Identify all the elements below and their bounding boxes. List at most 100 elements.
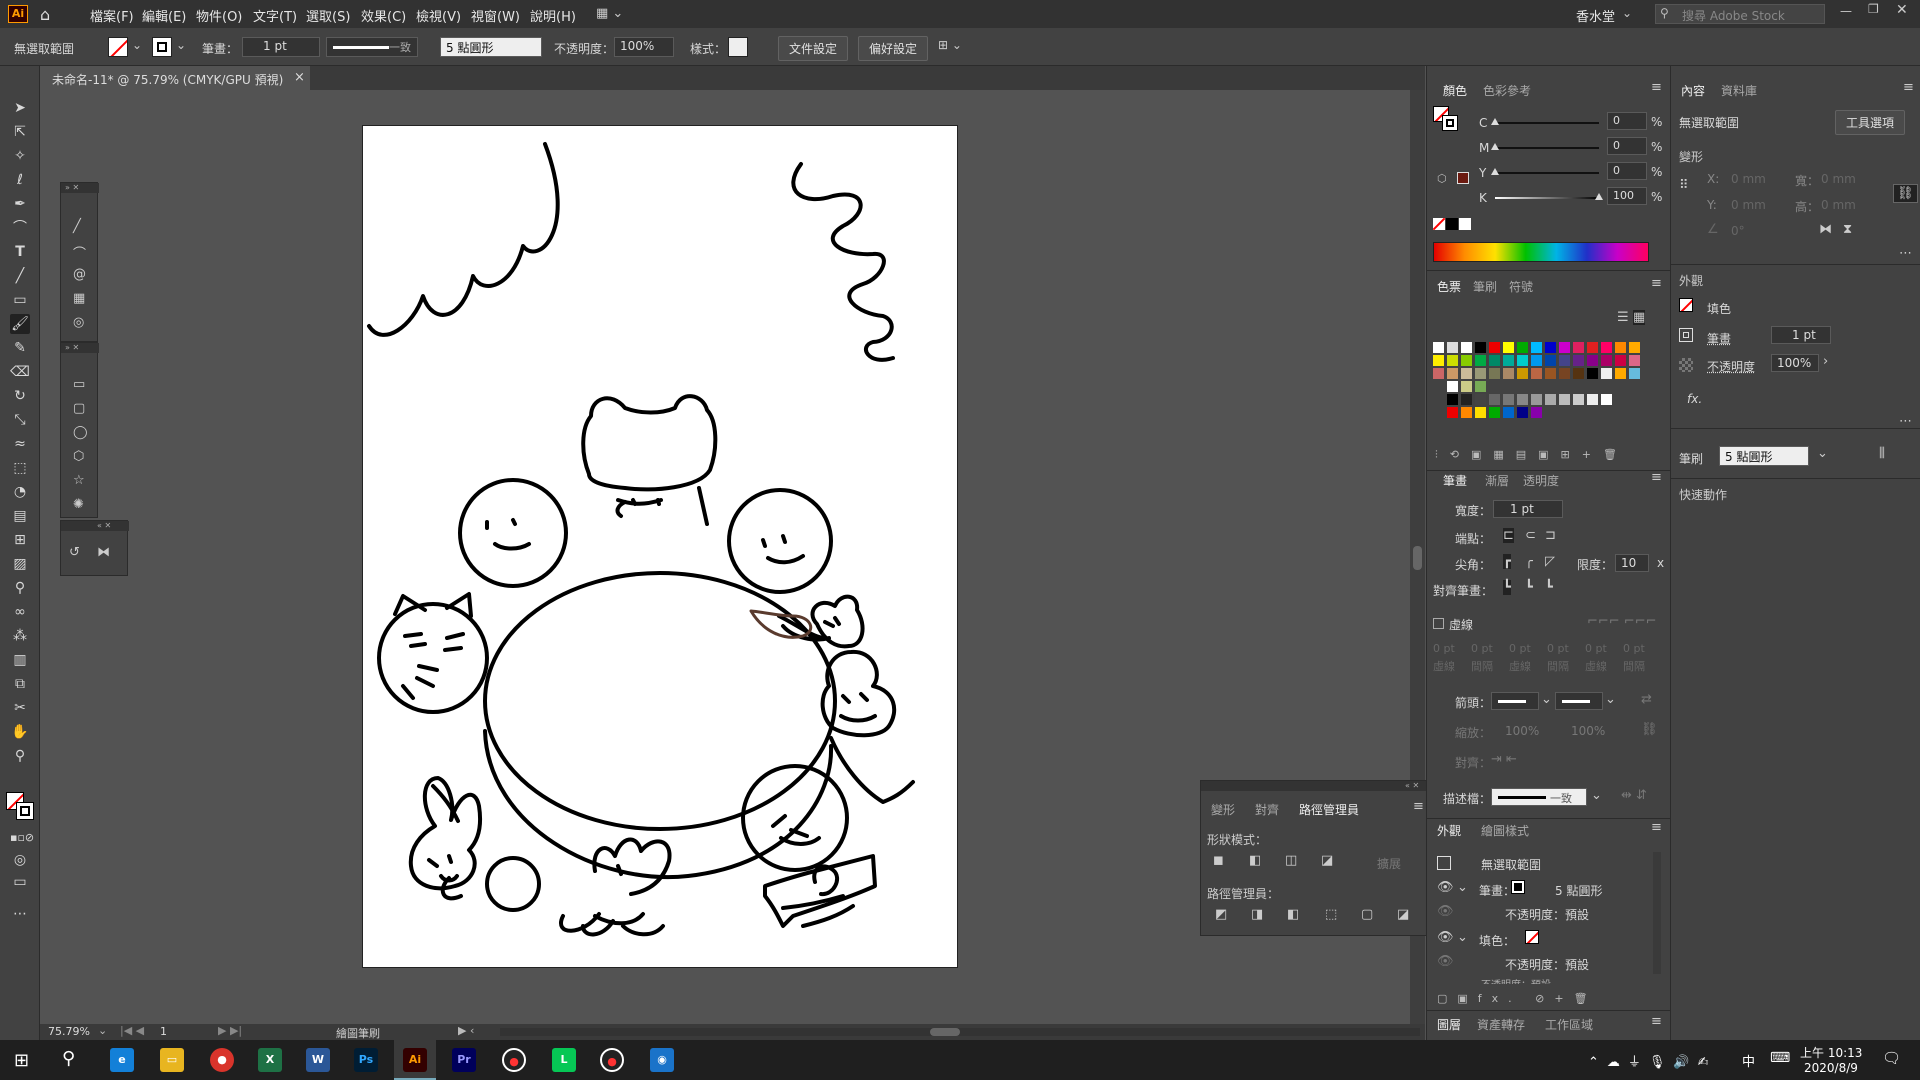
swatch[interactable] <box>1447 394 1458 405</box>
swatch[interactable] <box>1601 368 1612 379</box>
chevron-right-icon[interactable]: › <box>1823 354 1828 369</box>
swatch[interactable] <box>1531 355 1542 366</box>
flare-icon[interactable]: ✺ <box>73 497 84 512</box>
gradient-tool-icon[interactable]: ▨ <box>10 554 30 574</box>
arrange-icon[interactable]: ⊞ ⌄ <box>938 38 962 52</box>
magic-wand-tool-icon[interactable]: ✧ <box>10 146 30 166</box>
swatch[interactable] <box>1573 355 1584 366</box>
shape-builder-tool-icon[interactable]: ◔ <box>10 482 30 502</box>
swatch[interactable] <box>1461 394 1472 405</box>
opacity-label[interactable]: 不透明度 <box>1707 358 1755 375</box>
swatch[interactable] <box>1517 394 1528 405</box>
channel-c-input[interactable]: 0 <box>1607 112 1647 130</box>
dash-gap-input[interactable]: 0 pt <box>1509 642 1531 655</box>
swatch[interactable] <box>1461 381 1472 392</box>
channel-m-input[interactable]: 0 <box>1607 137 1647 155</box>
tab-artboards[interactable]: 工作區域 <box>1545 1016 1593 1033</box>
swatch[interactable] <box>1503 407 1514 418</box>
swatch[interactable] <box>1629 355 1640 366</box>
tab-brushes[interactable]: 筆刷 <box>1473 278 1497 295</box>
swatch[interactable] <box>1475 368 1486 379</box>
constrain-proportions-icon[interactable]: ⛓ <box>1893 184 1918 203</box>
flip-horizontal-icon[interactable]: ⧓ <box>1819 222 1832 237</box>
more-options-icon[interactable]: ⋯ <box>1899 246 1912 261</box>
swatch[interactable] <box>1447 407 1458 418</box>
disclosure-chevron-icon[interactable]: ⌄ <box>1457 880 1468 895</box>
swatch-grid[interactable] <box>1433 342 1649 422</box>
fill-swatch[interactable] <box>108 37 128 57</box>
recorder-icon[interactable]: ● <box>502 1048 526 1072</box>
tab-libraries[interactable]: 資料庫 <box>1721 82 1757 99</box>
panel-menu-icon[interactable]: ≡ <box>1651 1014 1662 1029</box>
panel-menu-icon[interactable]: ≡ <box>1413 799 1424 814</box>
angle-value[interactable]: 0° <box>1731 224 1745 238</box>
swatch[interactable] <box>1601 342 1612 353</box>
disclosure-chevron-icon[interactable]: ⌄ <box>1457 930 1468 945</box>
appearance-opacity-2[interactable]: 不透明度：預設 <box>1505 956 1589 973</box>
menu-type[interactable]: 文字(T) <box>253 6 297 25</box>
restore-button[interactable]: ❐ <box>1868 2 1879 16</box>
scale-tool-icon[interactable]: ⤡ <box>10 410 30 430</box>
width-tool-icon[interactable]: ≈ <box>10 434 30 454</box>
brush-library-icon[interactable]: ⫼ <box>1879 446 1885 461</box>
swatch[interactable] <box>1545 342 1556 353</box>
polar-grid-icon[interactable]: ◎ <box>73 315 84 330</box>
exclude-icon[interactable]: ◪ <box>1321 853 1333 868</box>
swatch[interactable] <box>1587 394 1598 405</box>
expand-button[interactable]: 擴展 <box>1377 855 1401 872</box>
swatch[interactable] <box>1559 355 1570 366</box>
clock-time[interactable]: 上午 10:13 <box>1800 1044 1862 1061</box>
spiral-icon[interactable]: @ <box>73 267 86 282</box>
rounded-rectangle-icon[interactable]: ▢ <box>73 401 85 416</box>
selection-tool-icon[interactable]: ➤ <box>10 98 30 118</box>
scale-end-value[interactable]: 100% <box>1571 724 1605 738</box>
flyout-header[interactable]: « ✕ <box>61 521 129 531</box>
fill-swatch-icon[interactable] <box>1679 298 1693 312</box>
tab-appearance[interactable]: 外觀 <box>1437 822 1461 839</box>
chevron-down-icon[interactable]: ⌄ <box>132 38 142 52</box>
page-number[interactable]: 1 <box>160 1025 167 1038</box>
swatch[interactable] <box>1517 355 1528 366</box>
scale-start-value[interactable]: 100% <box>1505 724 1539 738</box>
visibility-eye-icon[interactable]: 👁 <box>1437 904 1454 919</box>
tab-symbols[interactable]: 符號 <box>1509 278 1533 295</box>
chevron-down-icon[interactable]: ⌄ <box>1591 788 1602 803</box>
crop-icon[interactable]: ⬚ <box>1325 907 1337 922</box>
color-spectrum[interactable] <box>1433 242 1649 262</box>
miter-limit-input[interactable]: 10 <box>1615 554 1649 572</box>
tab-layers[interactable]: 圖層 <box>1437 1016 1461 1033</box>
appearance-fill-swatch[interactable] <box>1525 930 1539 944</box>
align-center-icon[interactable]: ┗ <box>1503 580 1511 595</box>
tool-options-button[interactable]: 工具選項 <box>1835 110 1906 135</box>
swatch[interactable] <box>1433 368 1444 379</box>
notification-icon[interactable]: 🗨 <box>1882 1049 1901 1067</box>
fx-button[interactable]: fx. <box>1687 392 1702 406</box>
channel-k-slider[interactable] <box>1495 193 1603 200</box>
stroke-width-input[interactable]: 1 pt <box>1493 500 1563 518</box>
rectangle-icon[interactable]: ▭ <box>73 377 85 392</box>
swatch[interactable] <box>1601 394 1612 405</box>
reference-point-icon[interactable]: ⠿ <box>1679 178 1689 193</box>
minus-back-icon[interactable]: ◪ <box>1397 907 1409 922</box>
screenshot-tool-icon[interactable]: ◉ <box>650 1048 674 1072</box>
projecting-cap-icon[interactable]: ⊐ <box>1545 528 1556 543</box>
dash-gap-input[interactable]: 0 pt <box>1623 642 1645 655</box>
lasso-tool-icon[interactable]: ℓ <box>10 170 30 190</box>
panel-header[interactable]: « ✕ <box>1201 781 1429 791</box>
swatch[interactable] <box>1615 355 1626 366</box>
menu-select[interactable]: 選取(S) <box>306 6 350 25</box>
search-icon[interactable]: ⚲ <box>62 1048 75 1069</box>
align-inside-icon[interactable]: ┗ <box>1525 580 1533 595</box>
h-value[interactable]: 0 mm <box>1821 198 1856 212</box>
appearance-stroke-label[interactable]: 筆畫： <box>1479 882 1515 899</box>
color-fill-stroke[interactable] <box>1433 106 1459 132</box>
chrome-icon[interactable]: ● <box>210 1048 234 1072</box>
swatch-footer-icons[interactable]: ⫶⟲▣▦▤▣⊞+🗑 <box>1435 448 1629 462</box>
swatch[interactable] <box>1489 355 1500 366</box>
swatch[interactable] <box>1489 407 1500 418</box>
reflect-icon[interactable]: ⧓ <box>97 545 110 560</box>
arrow-start-select[interactable] <box>1491 692 1539 710</box>
swatch[interactable] <box>1545 355 1556 366</box>
tray-icons[interactable]: ⌃☁⏚🎙🔊✍ <box>1588 1051 1716 1070</box>
menu-effect[interactable]: 效果(C) <box>361 6 406 25</box>
